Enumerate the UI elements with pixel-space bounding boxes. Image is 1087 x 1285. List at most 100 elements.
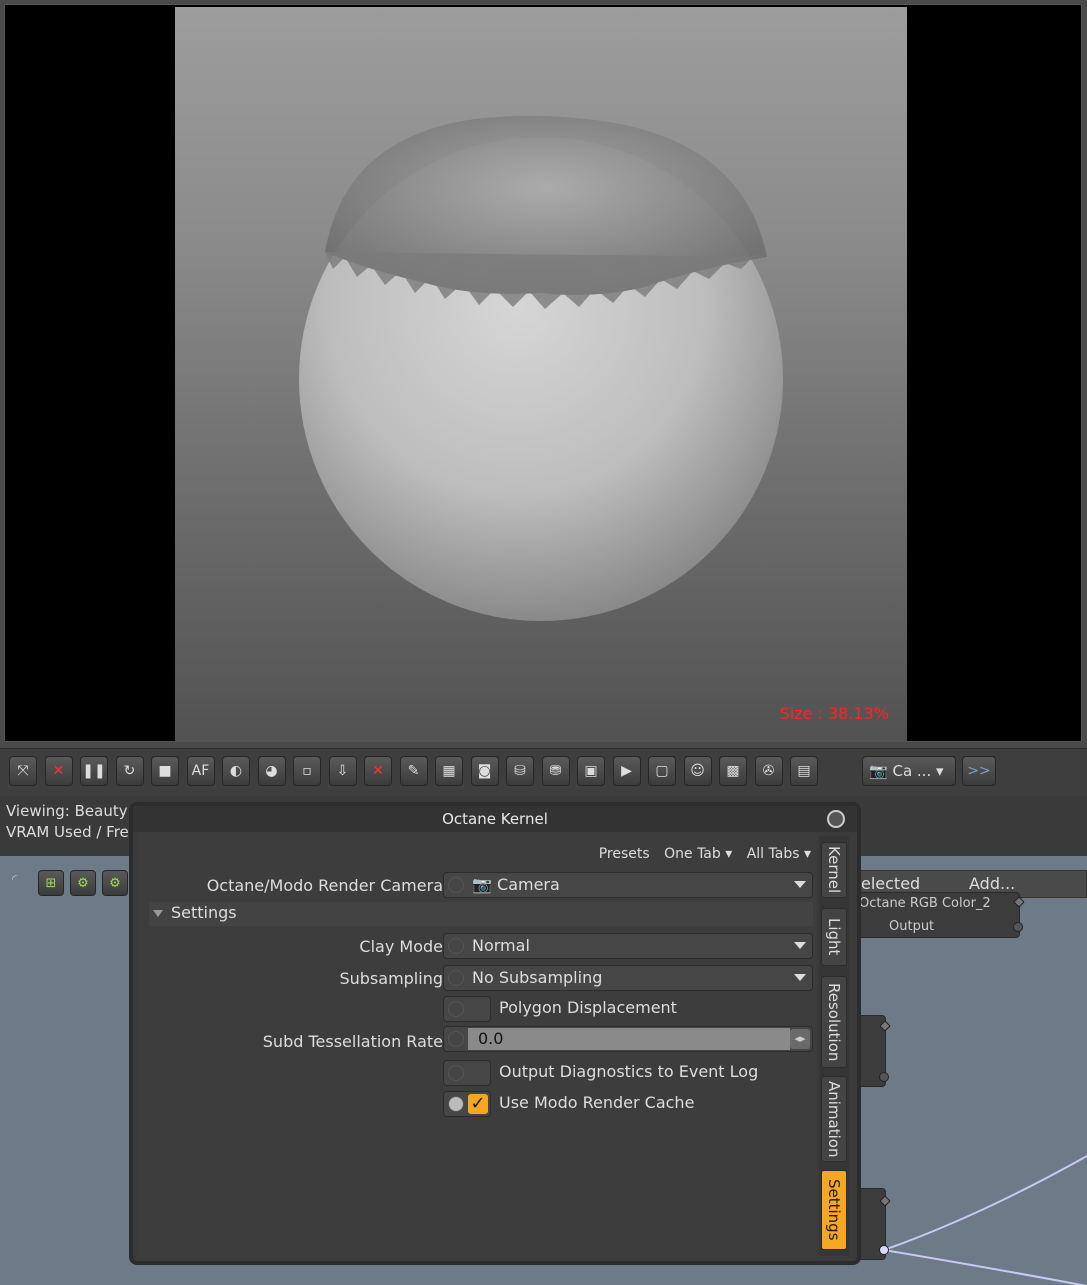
stop-render-icon[interactable]: ✕ xyxy=(44,756,73,786)
restart-icon[interactable]: ↻ xyxy=(115,756,144,786)
subsampling-label: Subsampling xyxy=(339,969,443,988)
output-diagnostics-label: Output Diagnostics to Event Log xyxy=(499,1062,759,1081)
output-diagnostics-checkbox[interactable] xyxy=(443,1060,491,1086)
portrait-icon[interactable]: ☺ xyxy=(683,756,712,786)
one-tab-button[interactable]: One Tab ▾ xyxy=(664,846,732,862)
chevron-down-icon xyxy=(794,942,806,949)
camera-dropdown-label: Ca ... xyxy=(892,762,932,780)
gear-add-alt-icon[interactable]: ⚙ xyxy=(102,870,128,896)
fur-sphere-render xyxy=(299,115,783,621)
zoom-size-label: Size : 38.13% xyxy=(779,704,889,723)
checker-icon[interactable]: ▩ xyxy=(719,756,747,786)
film-reel-icon[interactable]: ✇ xyxy=(754,756,783,786)
polygon-displacement-checkbox[interactable] xyxy=(443,996,491,1022)
clear-icon[interactable]: ✕ xyxy=(364,756,392,786)
add-node-icon[interactable]: ⊞ xyxy=(38,870,64,896)
channel-dot-icon[interactable] xyxy=(448,1001,464,1017)
subd-tess-field[interactable]: 0.0 ◂▸ xyxy=(443,1026,813,1052)
camera-label: Octane/Modo Render Camera xyxy=(206,876,443,895)
channel-dot-icon[interactable] xyxy=(448,970,464,986)
presets-button[interactable]: Presets xyxy=(599,846,650,862)
output-diagnostics-row[interactable]: Output Diagnostics to Event Log xyxy=(443,1060,813,1086)
chevron-down-icon xyxy=(794,974,806,981)
vram-status: VRAM Used / Fre xyxy=(6,823,129,841)
save-all-icon[interactable]: ⛃ xyxy=(541,756,570,786)
use-render-cache-label: Use Modo Render Cache xyxy=(499,1093,695,1112)
all-tabs-button[interactable]: All Tabs ▾ xyxy=(747,846,811,862)
channel-dot-icon[interactable] xyxy=(448,877,464,893)
tab-light[interactable]: Light xyxy=(821,908,847,966)
node-title: Octane RGB Color_2 xyxy=(859,896,991,911)
subsampling-value: No Subsampling xyxy=(472,968,603,987)
viewing-status: Viewing: Beauty xyxy=(6,802,128,820)
tab-add[interactable]: Add... xyxy=(969,874,1015,893)
node-output-port[interactable] xyxy=(1013,922,1023,932)
dialog-title: Octane Kernel xyxy=(442,810,548,828)
channel-dot-icon[interactable] xyxy=(448,1065,464,1081)
dialog-body: Presets One Tab ▾ All Tabs ▾ Octane/Modo… xyxy=(137,832,817,1258)
side-tabs: Kernel Light Resolution Animation Settin… xyxy=(819,836,849,1256)
channel-dot-icon[interactable] xyxy=(448,1096,464,1112)
camera-dropdown[interactable]: 📷 Camera xyxy=(443,872,813,898)
stop-icon[interactable]: ■ xyxy=(151,756,179,786)
use-render-cache-checkbox[interactable]: ✓ xyxy=(443,1091,491,1117)
camera-value: 📷 Camera xyxy=(472,875,560,894)
chevron-down-icon xyxy=(794,881,806,888)
render-frame: Size : 38.13% xyxy=(4,4,1082,742)
frame-icon[interactable]: ▢ xyxy=(648,756,676,786)
spinner-icon[interactable]: ◂▸ xyxy=(790,1029,810,1049)
cube-icon[interactable]: ▣ xyxy=(577,756,605,786)
polygon-displacement-label: Polygon Displacement xyxy=(499,998,677,1017)
collapse-icon[interactable]: ◜ xyxy=(12,872,17,886)
use-render-cache-row[interactable]: ✓ Use Modo Render Cache xyxy=(443,1091,813,1117)
region-icon[interactable]: ▫ xyxy=(293,756,321,786)
subd-tess-label: Subd Tessellation Rate xyxy=(262,1032,443,1051)
clay-mode-dropdown[interactable]: Normal xyxy=(443,933,813,959)
channel-dot-icon[interactable] xyxy=(448,1031,464,1047)
tab-kernel[interactable]: Kernel xyxy=(821,842,847,898)
console-icon[interactable]: ▶ xyxy=(612,756,641,786)
close-icon[interactable] xyxy=(827,810,845,828)
presets-row: Presets One Tab ▾ All Tabs ▾ xyxy=(589,846,811,862)
collapse-triangle-icon xyxy=(153,910,163,917)
render-toolbar: ⤧ ✕ ❚❚ ↻ ■ AF ◐ ◕ ▫ ⇩ ✕ ✎ ▦ ◙ ⛁ ⛃ ▣ ▶ ▢ ☺ ▩ ✇ ▤ 📷 Ca ... ▾ >> xyxy=(0,748,1087,797)
node-output-port[interactable] xyxy=(879,1072,889,1082)
snapshot-icon[interactable]: ◙ xyxy=(470,756,499,786)
save-image-icon[interactable]: ⛁ xyxy=(506,756,534,786)
settings-section-header[interactable]: Settings xyxy=(149,902,813,926)
camera-icon: 📷 xyxy=(869,762,888,780)
settings-header-label: Settings xyxy=(171,903,237,922)
denoise-icon[interactable]: ▦ xyxy=(435,756,463,786)
octane-kernel-dialog: Octane Kernel Presets One Tab ▾ All Tabs… xyxy=(129,802,861,1265)
autofocus-icon[interactable]: AF xyxy=(186,756,215,786)
subd-tess-input[interactable] xyxy=(468,1028,790,1050)
channel-dot-icon[interactable] xyxy=(448,938,464,954)
clay-mode-label: Clay Mode xyxy=(359,937,443,956)
camera-icon: 📷 xyxy=(472,875,492,894)
tab-settings[interactable]: Settings xyxy=(821,1170,847,1250)
tab-resolution[interactable]: Resolution xyxy=(821,976,847,1068)
more-button[interactable]: >> xyxy=(962,756,996,786)
tab-animation[interactable]: Animation xyxy=(821,1076,847,1162)
tab-selected[interactable]: elected xyxy=(861,874,920,893)
node-output-port[interactable] xyxy=(879,1245,889,1255)
gear-add-icon[interactable]: ⚙ xyxy=(70,870,96,896)
export-icon[interactable]: ⇩ xyxy=(328,756,357,786)
material-picker-icon[interactable]: ◐ xyxy=(222,756,250,786)
subd-tess-value: 0.0 xyxy=(478,1029,504,1048)
color-picker-icon[interactable]: ◕ xyxy=(257,756,286,786)
pause-icon[interactable]: ❚❚ xyxy=(80,756,108,786)
node-output-label: Output xyxy=(889,919,935,934)
subsampling-dropdown[interactable]: No Subsampling xyxy=(443,965,813,991)
dialog-titlebar[interactable]: Octane Kernel xyxy=(133,806,857,832)
document-icon[interactable]: ▤ xyxy=(790,756,818,786)
pick-focus-icon[interactable]: ✎ xyxy=(399,756,428,786)
fit-icon[interactable]: ⤧ xyxy=(9,756,37,786)
clay-mode-value: Normal xyxy=(472,936,530,955)
rgb-color-node[interactable]: Octane RGB Color_2 Output xyxy=(852,892,1025,938)
render-image[interactable]: Size : 38.13% xyxy=(175,7,907,741)
checkmark-icon: ✓ xyxy=(468,1094,488,1114)
render-viewport: Size : 38.13% xyxy=(0,0,1087,748)
camera-toolbar-dropdown[interactable]: 📷 Ca ... ▾ xyxy=(862,756,956,786)
polygon-displacement-row[interactable]: Polygon Displacement xyxy=(443,996,813,1022)
